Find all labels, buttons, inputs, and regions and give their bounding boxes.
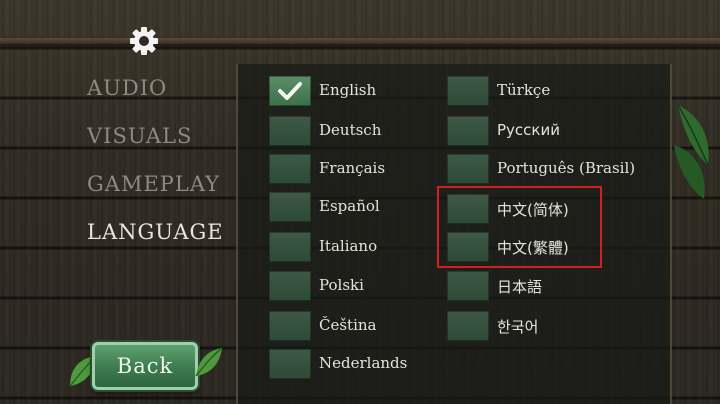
language-label: Polski <box>319 276 364 294</box>
gear-icon[interactable] <box>126 23 162 59</box>
checkbox[interactable] <box>447 271 489 301</box>
leaf-icon <box>195 347 223 377</box>
back-button[interactable]: Back <box>92 342 198 390</box>
checkbox[interactable] <box>447 311 489 341</box>
checkbox[interactable] <box>269 349 311 379</box>
top-rail <box>0 38 720 44</box>
checkmark-icon <box>278 82 302 100</box>
language-label: English <box>319 81 377 99</box>
language-label: 日本語 <box>497 278 543 296</box>
language-label: Deutsch <box>319 121 382 139</box>
nav-item-language[interactable]: LANGUAGE <box>87 220 224 244</box>
checkbox[interactable] <box>269 116 311 146</box>
checkbox[interactable] <box>269 311 311 341</box>
checkbox[interactable] <box>447 154 489 184</box>
nav-item-audio[interactable]: AUDIO <box>87 76 167 100</box>
language-label: Português (Brasil) <box>497 159 636 177</box>
highlight-box <box>437 186 602 268</box>
checkbox[interactable] <box>447 76 489 106</box>
language-label: Italiano <box>319 237 378 255</box>
nav-item-visuals[interactable]: VISUALS <box>87 124 192 148</box>
nav-item-gameplay[interactable]: GAMEPLAY <box>87 172 220 196</box>
language-label: 한국어 <box>497 318 539 336</box>
plant-decoration <box>674 104 709 199</box>
checkbox[interactable] <box>269 192 311 222</box>
language-label: Español <box>319 197 380 215</box>
checkbox[interactable] <box>269 271 311 301</box>
language-label: Čeština <box>319 316 377 334</box>
back-button-label: Back <box>116 354 174 378</box>
language-label: Русский <box>497 121 560 139</box>
checkbox[interactable] <box>447 116 489 146</box>
language-label: Türkçe <box>497 81 551 99</box>
language-label: Nederlands <box>319 354 408 372</box>
language-label: Français <box>319 159 386 177</box>
checkbox[interactable] <box>269 76 311 106</box>
checkbox[interactable] <box>269 232 311 262</box>
checkbox[interactable] <box>269 154 311 184</box>
